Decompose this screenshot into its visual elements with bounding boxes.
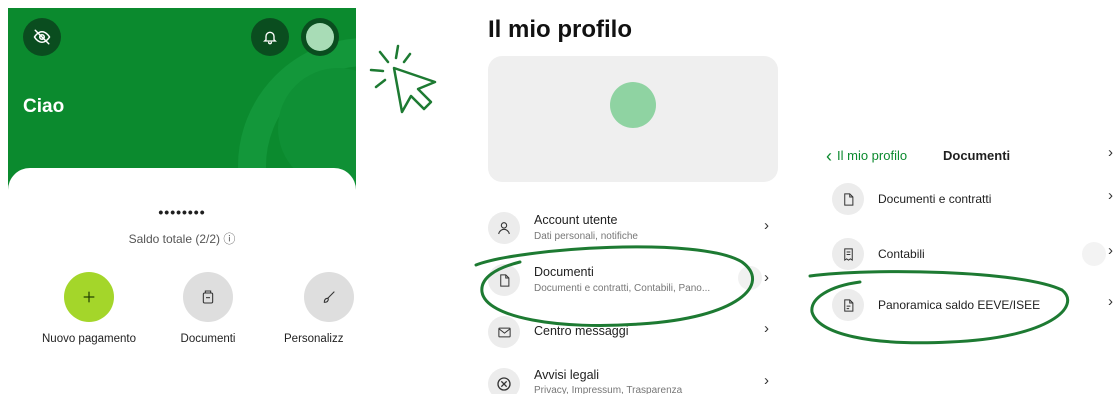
document-icon-badge: [832, 289, 864, 321]
documents-action[interactable]: Documenti: [153, 272, 263, 345]
document-lines-icon: [843, 298, 853, 312]
chevron-right-icon: ›: [764, 217, 769, 234]
document-icon: [499, 273, 509, 287]
menu-item-subtitle: Documenti e contratti, Contabili, Pano..…: [534, 283, 711, 294]
profile-avatar: [610, 82, 656, 128]
profile-card: [488, 56, 778, 182]
greeting: Ciao: [23, 96, 65, 117]
notifications-button[interactable]: [251, 18, 289, 56]
menu-item-title: Avvisi legali: [534, 368, 600, 382]
hide-balance-button[interactable]: [23, 18, 61, 56]
avatar-button[interactable]: [301, 18, 339, 56]
doc-item-isee-overview[interactable]: Panoramica saldo EEVE/ISEE ›: [832, 289, 1118, 323]
user-icon-badge: [488, 212, 520, 244]
menu-item-title: Centro messaggi: [534, 324, 629, 338]
avatar: [306, 23, 334, 51]
document-box-icon: [202, 290, 214, 304]
customize-action[interactable]: Personalizz: [274, 272, 356, 345]
documents-title: Documenti: [943, 148, 1011, 163]
customize-label: Personalizz: [284, 333, 344, 345]
chevron-right-icon: ›: [1108, 144, 1113, 161]
legal-icon-badge: [488, 368, 520, 394]
new-payment-action[interactable]: Nuovo pagamento: [34, 272, 144, 345]
menu-item-documents[interactable]: Documenti Documenti e contratti, Contabi…: [488, 262, 778, 304]
balance-label[interactable]: Saldo totale (2/2) ⓘ: [8, 230, 356, 247]
chevron-right-icon: ›: [764, 320, 769, 337]
chevron-right-icon: ›: [764, 269, 769, 286]
chevron-right-icon: ›: [1108, 293, 1113, 310]
document-icon-badge: [488, 264, 520, 296]
profile-title: Il mio profilo: [488, 16, 632, 43]
touch-indicator: [738, 266, 762, 290]
chevron-right-icon: ›: [1108, 242, 1113, 259]
menu-item-title: Account utente: [534, 213, 618, 227]
document-icon-badge: [832, 183, 864, 215]
document-icon: [843, 192, 853, 206]
menu-item-title: Documenti: [534, 265, 594, 279]
new-payment-label: Nuovo pagamento: [42, 333, 136, 345]
menu-item-messages[interactable]: Centro messaggi ›: [488, 316, 778, 348]
doc-item-title: Contabili: [878, 247, 925, 261]
plus-icon: [83, 291, 95, 303]
brush-icon: [323, 291, 335, 303]
menu-item-subtitle: Privacy, Impressum, Trasparenza: [534, 385, 683, 394]
documents-label: Documenti: [180, 333, 236, 345]
touch-indicator: [1082, 242, 1106, 266]
menu-item-legal[interactable]: Avvisi legali Privacy, Impressum, Traspa…: [488, 364, 778, 394]
menu-item-subtitle: Dati personali, notifiche: [534, 231, 638, 242]
receipt-icon: [843, 247, 853, 261]
legal-x-icon: [497, 377, 511, 391]
back-label: Il mio profilo: [837, 148, 908, 163]
receipt-icon-badge: [832, 238, 864, 270]
back-button[interactable]: ‹ Il mio profilo: [826, 146, 907, 167]
mail-icon: [497, 327, 511, 337]
click-cursor-icon: [369, 44, 437, 114]
eye-off-icon: [33, 29, 51, 45]
balance-masked: ••••••••: [158, 204, 206, 220]
mail-icon-badge: [488, 316, 520, 348]
doc-item-title: Documenti e contratti: [878, 192, 992, 206]
doc-item-title: Panoramica saldo EEVE/ISEE: [878, 298, 1041, 312]
menu-item-account[interactable]: Account utente Dati personali, notifiche…: [488, 210, 778, 252]
balance-card: •••••••• Saldo totale (2/2) ⓘ Nuovo paga…: [8, 168, 356, 394]
chevron-right-icon: ›: [764, 372, 769, 389]
doc-item-receipts[interactable]: Contabili ›: [832, 238, 1118, 272]
home-screen: Ciao •••••••• Saldo totale (2/2) ⓘ Nuovo…: [8, 8, 356, 394]
chevron-right-icon: ›: [1108, 187, 1113, 204]
user-icon: [498, 222, 510, 235]
doc-item-contracts[interactable]: Documenti e contratti ›: [832, 183, 1118, 217]
chevron-left-icon: ‹: [826, 146, 832, 166]
bell-icon: [263, 31, 277, 45]
